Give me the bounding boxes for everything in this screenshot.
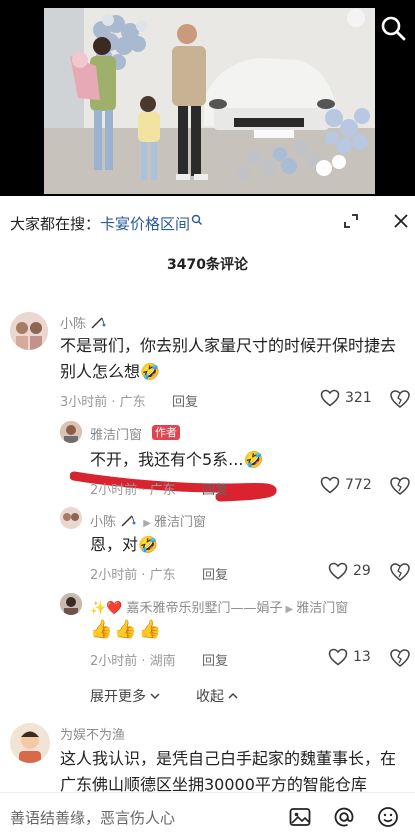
chevron-up-icon bbox=[228, 692, 238, 699]
video-player[interactable] bbox=[0, 0, 415, 196]
avatar[interactable] bbox=[60, 421, 82, 443]
like-button[interactable]: 29 bbox=[328, 562, 371, 580]
reply-button[interactable]: 回复 bbox=[172, 391, 198, 410]
comment-time: 2小时前 · 广东 bbox=[90, 483, 176, 498]
fishing-rod-icon bbox=[121, 515, 136, 527]
comment-username[interactable]: 为娱不为渔 bbox=[60, 724, 125, 743]
like-count: 772 bbox=[345, 477, 372, 493]
comment-username-text: ✨❤️ 嘉禾雅帝乐别墅门——娟子 bbox=[90, 601, 283, 616]
avatar[interactable] bbox=[60, 507, 82, 529]
like-count: 29 bbox=[353, 563, 371, 579]
video-scene bbox=[44, 8, 375, 194]
comment-time: 2小时前 · 湖南 bbox=[90, 654, 176, 669]
broken-heart-icon[interactable] bbox=[389, 476, 411, 496]
comment-text-content: 不是哥们，你去别人家量尺寸的时候开保时捷去别人怎么想 bbox=[60, 336, 397, 381]
comment-text-content: 恩，对 bbox=[90, 535, 139, 554]
comment-input-bar[interactable]: 善语结善缘，恶言伤人心 bbox=[0, 792, 415, 838]
avatar-image bbox=[10, 723, 50, 763]
chevron-down-icon bbox=[150, 693, 160, 700]
comment-time: 2小时前 · 广东 bbox=[90, 568, 176, 583]
expand-more-button[interactable]: 展开更多 bbox=[90, 686, 161, 706]
broken-heart-icon[interactable] bbox=[389, 389, 411, 409]
comment-time: 3小时前 · 广东 bbox=[60, 395, 146, 410]
collapse-label: 收起 bbox=[196, 689, 224, 705]
laughing-crying-emoji-icon: 🤣 bbox=[138, 535, 158, 554]
comment-username[interactable]: 小陈 ▶ 雅洁门窗 bbox=[90, 511, 206, 530]
comment-count: 3470条评论 bbox=[167, 257, 248, 273]
author-badge: 作者 bbox=[152, 425, 180, 440]
search-icon[interactable] bbox=[379, 14, 407, 42]
heart-icon bbox=[328, 562, 348, 580]
search-suggestion[interactable]: 大家都在搜：卡宴价格区间 bbox=[10, 213, 203, 234]
comment-username[interactable]: 雅洁门窗 bbox=[90, 424, 142, 443]
comment-username[interactable]: 小陈 bbox=[60, 313, 106, 332]
avatar-image bbox=[60, 507, 82, 529]
heart-icon bbox=[320, 389, 340, 407]
comment-text: 👍👍👍 bbox=[90, 619, 164, 640]
close-icon[interactable] bbox=[390, 210, 412, 232]
comment-username[interactable]: ✨❤️ 嘉禾雅帝乐别墅门——娟子 ▶ 雅洁门窗 bbox=[90, 597, 348, 616]
avatar[interactable] bbox=[10, 312, 48, 350]
comment-text: 不是哥们，你去别人家量尺寸的时候开保时捷去别人怎么想🤣 bbox=[60, 333, 400, 385]
broken-heart-icon[interactable] bbox=[389, 562, 411, 582]
image-icon[interactable] bbox=[288, 805, 312, 829]
reply-button[interactable]: 回复 bbox=[202, 650, 228, 669]
avatar-image bbox=[10, 312, 48, 350]
like-button[interactable]: 772 bbox=[320, 476, 372, 494]
emoji-icon[interactable] bbox=[376, 805, 400, 829]
comment-text: 恩，对🤣 bbox=[90, 532, 158, 558]
search-suggestion-link[interactable]: 卡宴价格区间 bbox=[100, 215, 190, 233]
like-count: 13 bbox=[353, 649, 371, 665]
expand-more-label: 展开更多 bbox=[90, 689, 146, 705]
reply-button[interactable]: 回复 bbox=[202, 479, 228, 498]
heart-icon bbox=[328, 648, 348, 666]
heart-icon bbox=[320, 476, 340, 494]
broken-heart-icon[interactable] bbox=[389, 648, 411, 668]
reply-to-username[interactable]: 雅洁门窗 bbox=[154, 515, 206, 530]
search-suggestion-prefix: 大家都在搜： bbox=[10, 215, 101, 233]
reply-arrow-icon: ▶ bbox=[285, 604, 294, 615]
comment-text: 这人我认识，是凭自己白手起家的魏董事长，在广东佛山顺德区坐拥30000平方的智能… bbox=[60, 749, 397, 792]
reply-to-username[interactable]: 雅洁门窗 bbox=[296, 601, 348, 616]
laughing-crying-emoji-icon: 🤣 bbox=[140, 362, 160, 381]
video-frame bbox=[44, 8, 375, 194]
like-count: 321 bbox=[345, 390, 372, 406]
like-button[interactable]: 13 bbox=[328, 648, 371, 666]
comment-input[interactable]: 善语结善缘，恶言伤人心 bbox=[10, 807, 175, 828]
avatar-image bbox=[60, 421, 82, 443]
comment-username-text: 小陈 bbox=[60, 317, 87, 332]
search-icon bbox=[191, 214, 203, 226]
avatar[interactable] bbox=[60, 593, 82, 615]
reply-arrow-icon: ▶ bbox=[143, 518, 151, 529]
collapse-button[interactable]: 收起 bbox=[196, 686, 239, 706]
like-button[interactable]: 321 bbox=[320, 389, 372, 407]
fishing-rod-icon bbox=[91, 317, 106, 329]
comment-username-text: 小陈 bbox=[90, 515, 117, 530]
avatar[interactable] bbox=[10, 723, 50, 763]
reply-button[interactable]: 回复 bbox=[202, 564, 228, 583]
expand-icon[interactable] bbox=[340, 210, 362, 232]
at-icon[interactable] bbox=[332, 805, 356, 829]
avatar-image bbox=[60, 593, 82, 615]
